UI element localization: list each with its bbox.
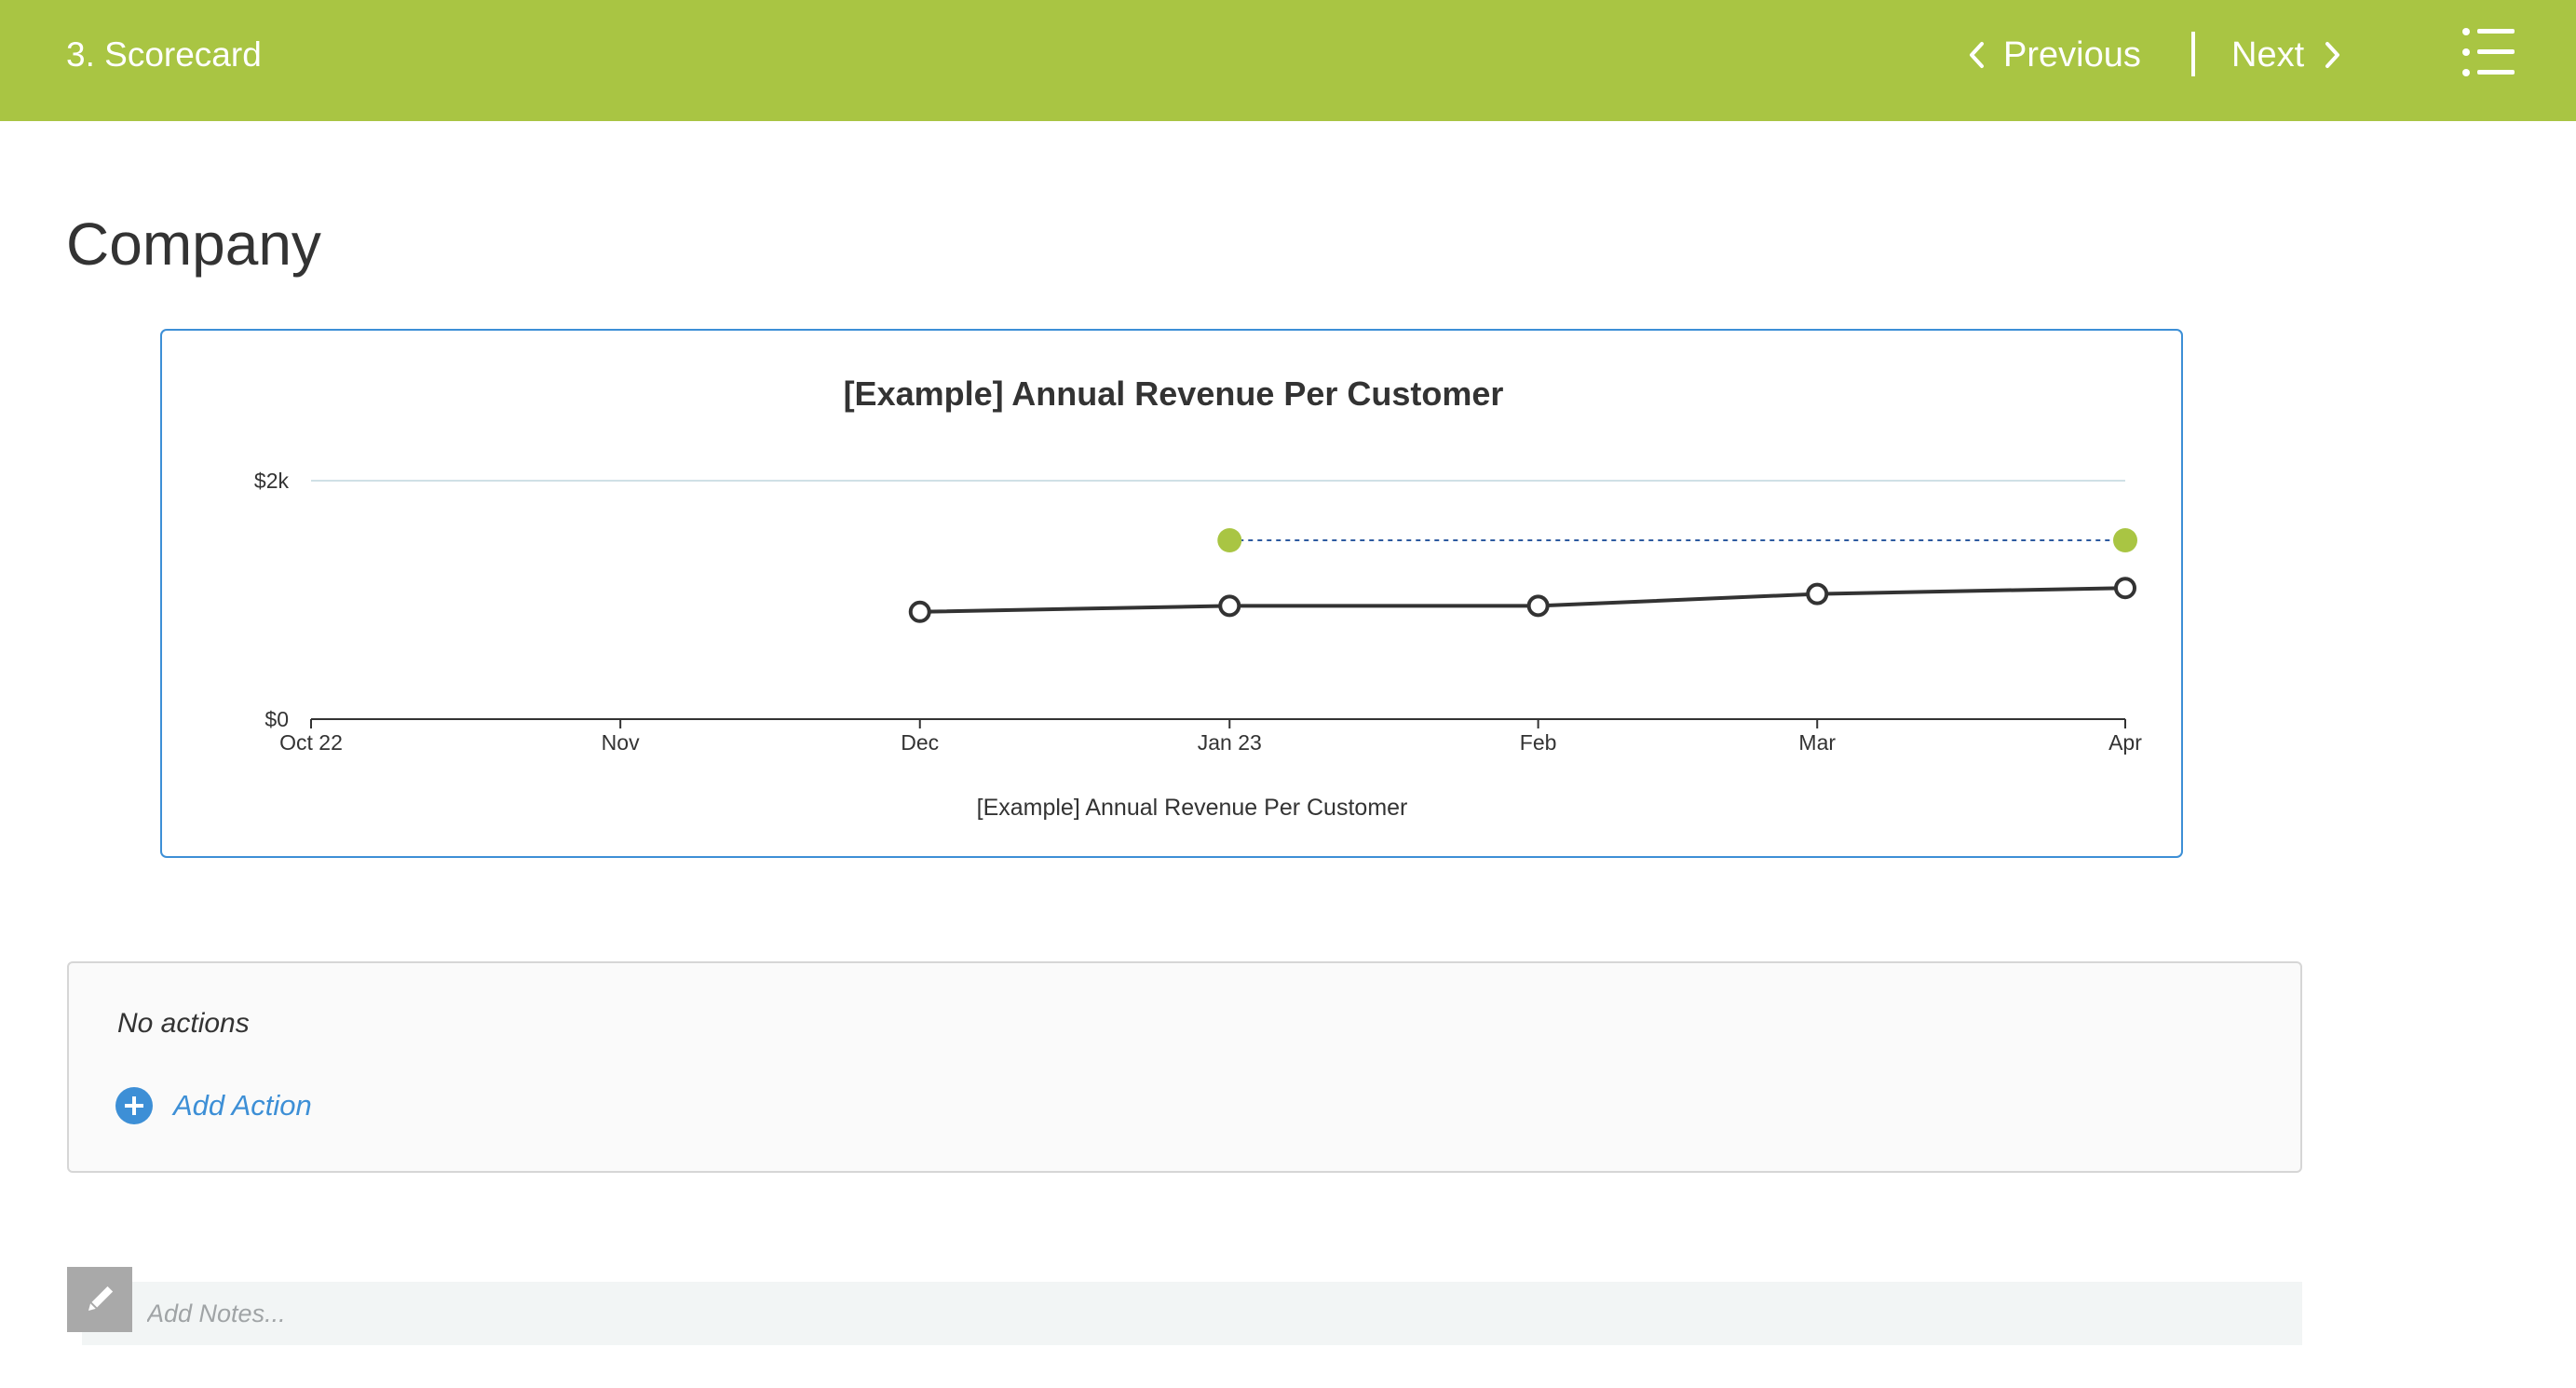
- page-title: Company: [66, 211, 321, 278]
- plus-circle-icon: [115, 1087, 153, 1124]
- chevron-right-icon: [2325, 42, 2340, 68]
- chart-x-tick-label: Jan 23: [1198, 730, 1262, 755]
- chart-y-tick-label: $0: [264, 707, 289, 731]
- chart-x-tick-label: Feb: [1520, 730, 1557, 755]
- chart-actual-point: [1806, 582, 1829, 606]
- chart-title: [Example] Annual Revenue Per Customer: [844, 374, 1504, 413]
- chart-card: [Example] Annual Revenue Per Customer [E…: [160, 329, 2183, 858]
- next-label: Next: [2231, 34, 2305, 75]
- edit-notes-button[interactable]: [67, 1267, 132, 1332]
- notes-input[interactable]: [82, 1282, 2302, 1345]
- chart-target-point: [2113, 528, 2137, 552]
- line-chart: [Example] Annual Revenue Per Customer [E…: [254, 374, 2142, 821]
- chart-actual-point: [2114, 577, 2136, 600]
- actions-panel: No actions Add Action: [67, 961, 2302, 1173]
- nav-divider: [2191, 32, 2195, 76]
- chart-actual-point: [908, 600, 931, 623]
- previous-label: Previous: [2003, 34, 2141, 75]
- chart-x-tick-label: Nov: [602, 730, 640, 755]
- next-button[interactable]: Next: [2231, 0, 2341, 110]
- no-actions-text: No actions: [117, 1008, 250, 1039]
- add-action-label: Add Action: [173, 1089, 312, 1122]
- pencil-icon: [88, 1286, 114, 1312]
- list-menu-icon: [2462, 28, 2515, 76]
- chart-actual-point: [1218, 594, 1241, 618]
- chart-x-tick-label: Dec: [901, 730, 939, 755]
- chart-y-tick-label: $2k: [254, 469, 290, 493]
- top-bar: 3. Scorecard Previous Next: [0, 0, 2576, 121]
- chart-x-axis-label: [Example] Annual Revenue Per Customer: [977, 795, 1408, 821]
- list-menu-button[interactable]: [2462, 28, 2515, 76]
- previous-button[interactable]: Previous: [1968, 0, 2141, 110]
- chart-x-tick-label: Oct 22: [279, 730, 343, 755]
- chart-actual-line: [919, 586, 2126, 614]
- add-action-button[interactable]: Add Action: [115, 1087, 312, 1124]
- section-title: 3. Scorecard: [66, 35, 262, 74]
- chart-target-point: [1217, 528, 1242, 552]
- chevron-left-icon: [1970, 42, 1984, 68]
- chart-x-tick-label: Mar: [1798, 730, 1836, 755]
- chart-x-tick-label: Apr: [2108, 730, 2142, 755]
- chart-actual-point: [1526, 594, 1550, 618]
